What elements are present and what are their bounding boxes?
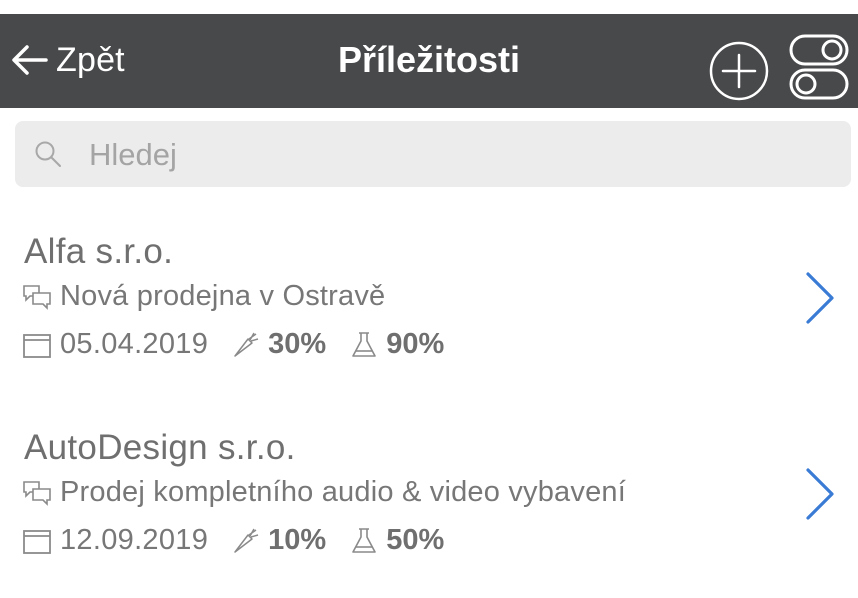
calendar-icon: [23, 529, 51, 554]
opportunity-probability: 90%: [386, 328, 445, 360]
opportunity-date: 12.09.2019: [60, 524, 209, 556]
chat-bubbles-icon: [23, 284, 51, 310]
calendar-icon: [23, 333, 51, 358]
search-input[interactable]: [87, 121, 831, 189]
chevron-right-icon: [806, 468, 834, 520]
chevron-right-icon: [806, 272, 834, 324]
opportunity-item[interactable]: AutoDesign s.r.o. Prodej kompletního aud…: [0, 428, 858, 598]
company-name: AutoDesign s.r.o.: [24, 428, 296, 467]
carrot-icon: [234, 528, 259, 553]
status-bar: [0, 0, 858, 14]
add-button[interactable]: [708, 40, 770, 102]
opportunity-progress: 30%: [268, 328, 327, 360]
opportunity-description: Prodej kompletního audio & video vybaven…: [60, 476, 626, 508]
meta-row: 12.09.2019 10% 50%: [22, 524, 444, 557]
opportunity-progress: 10%: [268, 524, 327, 556]
flask-icon: [352, 331, 377, 357]
description-row: Prodej kompletního audio & video vybaven…: [22, 476, 626, 509]
chat-bubbles-icon: [23, 480, 51, 506]
opportunity-description: Nová prodejna v Ostravě: [60, 280, 386, 312]
opportunity-item[interactable]: Alfa s.r.o. Nová prodejna v Ostravě 05.0…: [0, 232, 858, 402]
company-name: Alfa s.r.o.: [24, 232, 174, 271]
toggle-switches-icon: [789, 34, 849, 100]
app-header: Zpět Příležitosti: [0, 14, 858, 108]
opportunity-probability: 50%: [386, 524, 445, 556]
filter-settings-button[interactable]: [786, 30, 852, 106]
search-bar: [15, 121, 851, 189]
search-icon: [35, 141, 61, 167]
plus-circle-icon: [709, 41, 769, 101]
arrow-left-icon: [12, 45, 48, 75]
meta-row: 05.04.2019 30% 90%: [22, 328, 444, 361]
carrot-icon: [234, 332, 259, 357]
description-row: Nová prodejna v Ostravě: [22, 280, 385, 313]
back-label: Zpět: [56, 40, 125, 79]
opportunity-date: 05.04.2019: [60, 328, 209, 360]
back-button[interactable]: Zpět: [10, 38, 125, 82]
flask-icon: [352, 527, 377, 553]
